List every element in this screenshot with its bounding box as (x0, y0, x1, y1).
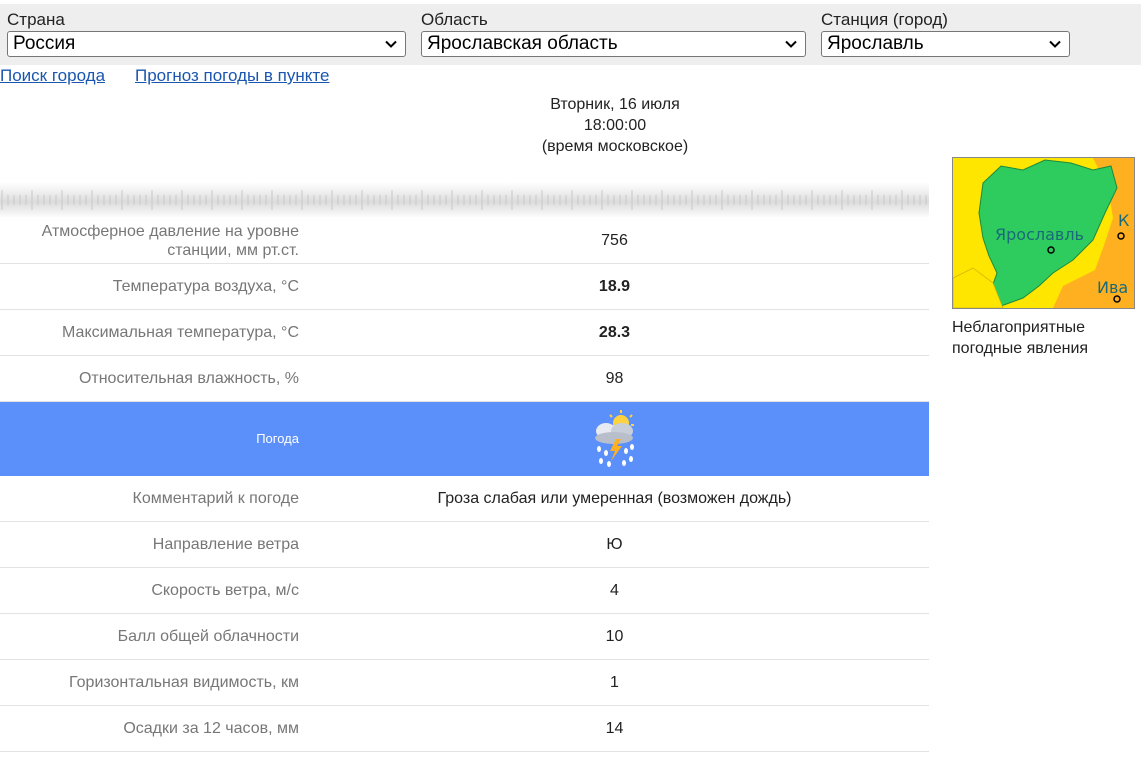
forecast-day: Вторник, 16 июля (550, 96, 680, 113)
row-label: Температура воздуха, °C (0, 263, 300, 310)
row-value: 756 (300, 218, 929, 264)
row-label: Осадки за 12 часов, мм (0, 705, 300, 752)
weather-icon-cell (300, 401, 929, 476)
station-label: Станция (город) (821, 10, 948, 29)
row-label: Направление ветра (0, 521, 300, 568)
row-value: 18.9 (300, 263, 929, 310)
row-label: Атмосферное давление на уровне станции, … (0, 218, 300, 264)
time-ruler-strip (0, 182, 929, 218)
table-row: Скорость ветра, м/с 4 (0, 567, 929, 614)
row-value: 28.3 (300, 309, 929, 356)
region-select[interactable]: Ярославская область (421, 31, 806, 57)
row-value: 4 (300, 567, 929, 614)
table-row: Атмосферное давление на уровне станции, … (0, 218, 929, 264)
region-selector-group: Область Ярославская область (421, 10, 806, 57)
table-row: Максимальная температура, °C 28.3 (0, 309, 929, 356)
table-row: Горизонтальная видимость, км 1 (0, 659, 929, 706)
forecast-timezone: (время московское) (541, 138, 689, 155)
row-value: 10 (300, 613, 929, 660)
point-forecast-link[interactable]: Прогноз погоды в пункте (135, 66, 329, 86)
row-label: Скорость ветра, м/с (0, 567, 300, 614)
forecast-time: 18:00:00 (583, 117, 647, 134)
row-value: Ю (300, 521, 929, 568)
row-value: 1 (300, 659, 929, 706)
row-label: Балл общей облачности (0, 613, 300, 660)
table-row: Относительная влажность, % 98 (0, 355, 929, 402)
map-edge-label-iva: Ива (1097, 278, 1128, 297)
thunderstorm-rain-icon (594, 409, 634, 467)
table-row: Температура воздуха, °C 18.9 (0, 263, 929, 310)
row-label: Горизонтальная видимость, км (0, 659, 300, 706)
weather-row-label: Погода (0, 401, 300, 476)
row-label: Максимальная температура, °C (0, 309, 300, 356)
table-row: Осадки за 12 часов, мм 14 (0, 705, 929, 752)
region-select-value: Ярославская область (427, 33, 618, 54)
row-value: Гроза слабая или умеренная (возможен дож… (300, 475, 929, 522)
station-selector-group: Станция (город) Ярославль (821, 10, 1070, 57)
weather-row: Погода (0, 401, 929, 476)
ruler-ticks (1, 190, 927, 210)
region-label: Область (421, 10, 488, 29)
station-select[interactable]: Ярославль (821, 31, 1070, 57)
weather-table: Атмосферное давление на уровне станции, … (0, 218, 929, 752)
table-row: Балл общей облачности 10 (0, 613, 929, 660)
station-select-value: Ярославль (827, 33, 924, 54)
country-selector-group: Страна Россия (7, 10, 406, 57)
forecast-datetime: Вторник, 16 июля 18:00:00 (время московс… (300, 94, 930, 157)
chevron-down-icon (785, 40, 797, 48)
country-select-value: Россия (13, 33, 76, 54)
table-row: Комментарий к погоде Гроза слабая или ум… (0, 475, 929, 522)
row-value: 14 (300, 705, 929, 752)
map-edge-label-k: К (1118, 211, 1130, 230)
row-label: Относительная влажность, % (0, 355, 300, 402)
country-label: Страна (7, 10, 65, 29)
adverse-weather-map[interactable]: Ярославль К Ива (952, 157, 1135, 309)
location-selector-bar: Страна Россия Область Ярославская област… (0, 4, 1141, 65)
country-select[interactable]: Россия (7, 31, 406, 57)
map-city-label: Ярославль (995, 225, 1084, 244)
city-search-link[interactable]: Поиск города (0, 66, 105, 86)
chevron-down-icon (385, 40, 397, 48)
row-value: 98 (300, 355, 929, 402)
table-row: Направление ветра Ю (0, 521, 929, 568)
chevron-down-icon (1049, 40, 1061, 48)
map-caption: Неблагоприятные погодные явления (952, 319, 1089, 357)
row-label: Комментарий к погоде (0, 475, 300, 522)
region-map-image: Ярославль К Ива (953, 158, 1134, 308)
